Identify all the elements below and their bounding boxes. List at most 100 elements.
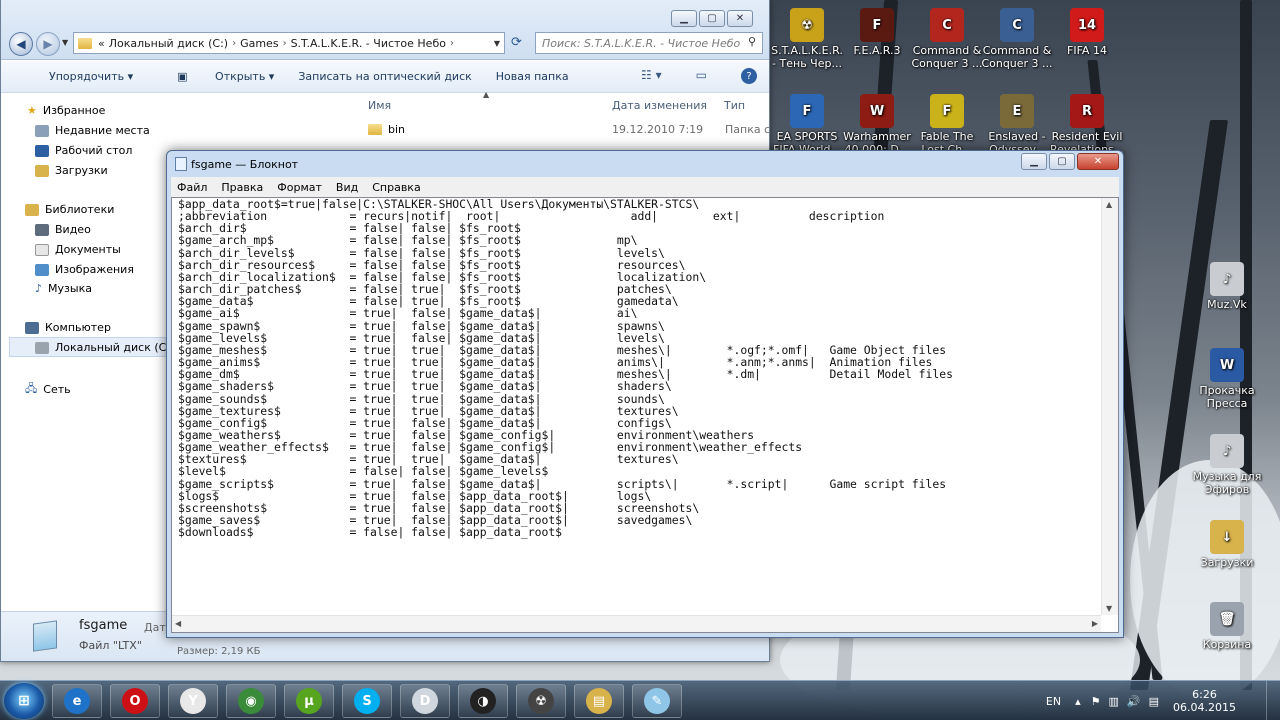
menu-view[interactable]: Вид bbox=[330, 181, 364, 194]
notepad-content[interactable]: $app_data_root$=true|false|C:\STALKER-SH… bbox=[178, 198, 953, 538]
shortcut-icon: C bbox=[1000, 8, 1034, 42]
minimize-button[interactable]: ▁ bbox=[1021, 153, 1047, 170]
help-icon[interactable]: ? bbox=[741, 68, 757, 84]
desktop-shortcut[interactable]: WWarhammer 40,000: D... bbox=[840, 94, 914, 156]
nav-favorites[interactable]: ★ Избранное bbox=[27, 104, 105, 117]
horizontal-scrollbar[interactable]: ◀ ▶ bbox=[172, 615, 1101, 632]
nav-local-disk[interactable]: Локальный диск (C:) bbox=[35, 341, 174, 354]
nav-images[interactable]: Изображения bbox=[35, 263, 134, 276]
menu-help[interactable]: Справка bbox=[366, 181, 426, 194]
desktop-shortcut[interactable]: EEnslaved - Odyssey... bbox=[980, 94, 1054, 156]
organize-button[interactable]: Упорядочить ▾ bbox=[25, 70, 133, 83]
address-part-stalker[interactable]: S.T.A.L.K.E.R. - Чистое Небо bbox=[291, 37, 446, 50]
menu-file[interactable]: Файл bbox=[171, 181, 213, 194]
new-folder-button[interactable]: Новая папка bbox=[496, 70, 569, 83]
desktop-shortcut[interactable]: ↓ Загрузки bbox=[1190, 520, 1264, 569]
action-center-icon[interactable]: ⚑ bbox=[1091, 695, 1101, 708]
taskbar-ie-button[interactable]: e bbox=[52, 684, 102, 718]
scroll-left-icon[interactable]: ◀ bbox=[175, 619, 181, 628]
taskbar-dell-button[interactable]: D bbox=[400, 684, 450, 718]
nav-libraries[interactable]: Библиотеки bbox=[25, 203, 114, 216]
taskbar-obs-button[interactable]: ◑ bbox=[458, 684, 508, 718]
nav-computer[interactable]: Компьютер bbox=[25, 321, 111, 334]
preview-pane-icon[interactable]: ▭ bbox=[696, 68, 707, 84]
clock[interactable]: 6:26 06.04.2015 bbox=[1173, 688, 1236, 714]
star-icon: ★ bbox=[27, 104, 37, 117]
nav-video[interactable]: Видео bbox=[35, 223, 91, 236]
language-indicator[interactable]: EN bbox=[1046, 695, 1061, 708]
folder-icon bbox=[78, 37, 92, 49]
open-button[interactable]: ▣ Открыть ▾ bbox=[153, 70, 274, 83]
menu-edit[interactable]: Правка bbox=[215, 181, 269, 194]
nav-documents[interactable]: Документы bbox=[35, 243, 121, 256]
address-dropdown-icon[interactable]: ▼ bbox=[494, 39, 500, 48]
column-name[interactable]: Имя bbox=[368, 99, 391, 112]
start-button[interactable]: ⊞ bbox=[4, 683, 44, 719]
nav-recent-places[interactable]: Недавние места bbox=[35, 124, 150, 137]
nav-network[interactable]: 🖧 Сеть bbox=[25, 380, 71, 399]
close-button[interactable]: ✕ bbox=[727, 10, 753, 27]
tray-chevron-icon[interactable]: ▴ bbox=[1075, 695, 1081, 708]
maximize-button[interactable]: ▢ bbox=[1049, 153, 1075, 170]
back-button[interactable]: ◀ bbox=[9, 32, 33, 56]
notepad-titlebar[interactable]: fsgame — Блокнот ▁ ▢ ✕ bbox=[167, 151, 1123, 177]
desktop-shortcut[interactable]: RResident Evil Revelations... bbox=[1050, 94, 1124, 156]
network-status-icon[interactable]: ▥ bbox=[1109, 695, 1119, 708]
notepad-text-area[interactable]: $app_data_root$=true|false|C:\STALKER-SH… bbox=[171, 197, 1119, 633]
desktop-shortcut[interactable]: ♪ Muz.Vk bbox=[1190, 262, 1264, 311]
desktop-shortcut[interactable]: ♪ Музыка для Эфиров bbox=[1190, 434, 1264, 496]
scroll-right-icon[interactable]: ▶ bbox=[1092, 619, 1098, 628]
desktop-shortcut[interactable]: F F.E.A.R.3 bbox=[840, 8, 914, 57]
taskbar-notepad-button[interactable]: ✎ bbox=[632, 684, 682, 718]
nav-downloads[interactable]: Загрузки bbox=[35, 164, 108, 177]
chevron-right-icon[interactable]: › bbox=[450, 38, 454, 49]
libraries-icon bbox=[25, 203, 39, 216]
taskbar-stalker-button[interactable]: ☢ bbox=[516, 684, 566, 718]
address-part-games[interactable]: Games bbox=[240, 37, 278, 50]
view-options-icon[interactable]: ☷ ▾ bbox=[641, 68, 662, 84]
forward-button[interactable]: ▶ bbox=[36, 32, 60, 56]
taskbar-chrome-button[interactable]: ◉ bbox=[226, 684, 276, 718]
desktop-shortcut[interactable]: W Прокачка Пресса bbox=[1190, 348, 1264, 410]
desktop-shortcut[interactable]: C Command & Conquer 3 ... bbox=[980, 8, 1054, 70]
nav-desktop[interactable]: Рабочий стол bbox=[35, 144, 132, 157]
vertical-scrollbar[interactable]: ▲ ▼ bbox=[1101, 198, 1118, 615]
desktop-shortcut[interactable]: 14 FIFA 14 bbox=[1050, 8, 1124, 57]
history-dropdown-icon[interactable]: ▼ bbox=[62, 38, 68, 47]
desktop-shortcut[interactable]: FEA SPORTS FIFA World... bbox=[770, 94, 844, 156]
taskbar-yandex-button[interactable]: Y bbox=[168, 684, 218, 718]
taskbar-opera-button[interactable]: O bbox=[110, 684, 160, 718]
taskbar-explorer-button[interactable]: ▤ bbox=[574, 684, 624, 718]
maximize-button[interactable]: ▢ bbox=[699, 10, 725, 27]
volume-icon[interactable]: 🔊 bbox=[1127, 695, 1141, 708]
burn-button[interactable]: Записать на оптический диск bbox=[298, 70, 471, 83]
taskbar-utorrent-button[interactable]: µ bbox=[284, 684, 334, 718]
desktop-shortcut[interactable]: C Command & Conquer 3 ... bbox=[910, 8, 984, 70]
scroll-down-icon[interactable]: ▼ bbox=[1106, 604, 1112, 613]
search-icon[interactable]: ⚲ bbox=[748, 35, 756, 48]
desktop-shortcut[interactable]: 🗑 Корзина bbox=[1190, 602, 1264, 651]
notepad-window-controls: ▁ ▢ ✕ bbox=[1021, 153, 1119, 170]
taskbar-skype-button[interactable]: S bbox=[342, 684, 392, 718]
chevron-right-icon[interactable]: › bbox=[232, 38, 236, 49]
show-desktop-button[interactable] bbox=[1266, 681, 1280, 720]
device-icon[interactable]: ▤ bbox=[1149, 695, 1159, 708]
desktop-shortcut[interactable]: FFable The Lost Ch... bbox=[910, 94, 984, 156]
minimize-button[interactable]: ▁ bbox=[671, 10, 697, 27]
column-date[interactable]: Дата изменения bbox=[612, 99, 707, 112]
file-row[interactable]: bin 19.12.2010 7:19 Папка с bbox=[368, 123, 770, 136]
scroll-up-icon[interactable]: ▲ bbox=[1106, 200, 1112, 209]
nav-music[interactable]: ♪ Музыка bbox=[35, 282, 92, 295]
address-overflow[interactable]: « bbox=[98, 37, 105, 50]
address-bar[interactable]: « Локальный диск (C:) › Games › S.T.A.L.… bbox=[73, 32, 505, 54]
shortcut-label: Корзина bbox=[1202, 638, 1252, 651]
notepad-window[interactable]: fsgame — Блокнот ▁ ▢ ✕ Файл Правка Форма… bbox=[166, 150, 1124, 638]
refresh-icon[interactable]: ⟳ bbox=[511, 35, 522, 50]
desktop-shortcut[interactable]: ☢ S.T.A.L.K.E.R. - Тень Чер... bbox=[770, 8, 844, 70]
column-type[interactable]: Тип bbox=[724, 99, 745, 112]
chevron-right-icon[interactable]: › bbox=[283, 38, 287, 49]
search-input[interactable]: Поиск: S.T.A.L.K.E.R. - Чистое Небо ⚲ bbox=[535, 32, 763, 54]
menu-format[interactable]: Формат bbox=[271, 181, 328, 194]
close-button[interactable]: ✕ bbox=[1077, 153, 1119, 170]
address-part-drive[interactable]: Локальный диск (C:) bbox=[109, 37, 228, 50]
